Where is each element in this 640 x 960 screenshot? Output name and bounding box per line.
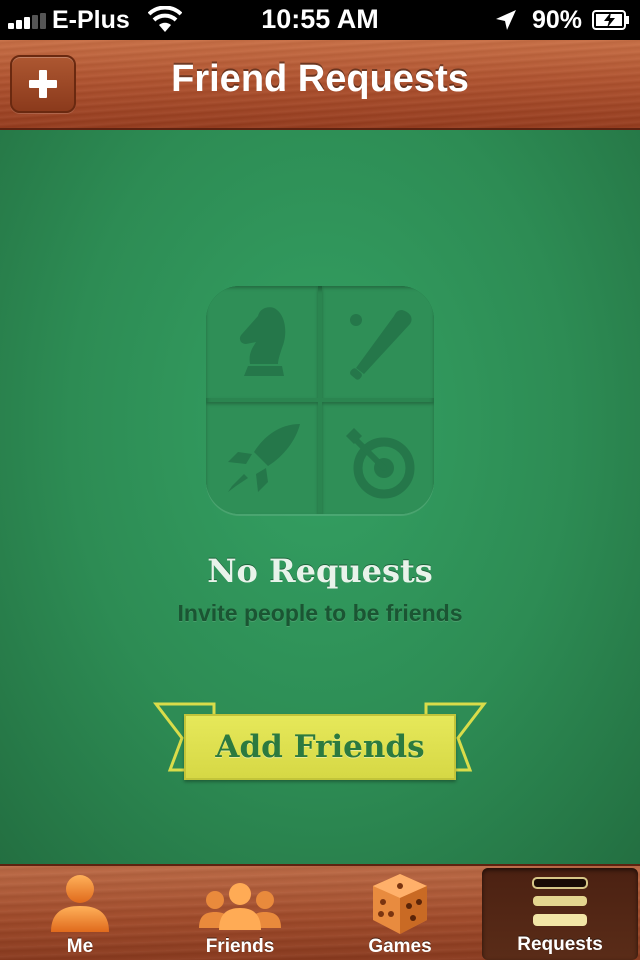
tab-requests[interactable]: Requests: [482, 868, 638, 960]
game-center-emblem: [206, 286, 434, 514]
tab-bar: Me Friends Games Requests: [0, 864, 640, 960]
battery-percent: 90%: [532, 6, 583, 34]
chess-knight-icon: [239, 307, 286, 376]
battery-charging-icon: [592, 10, 629, 30]
empty-state-subtitle: Invite people to be friends: [177, 600, 463, 626]
tab-label: Games: [368, 936, 432, 957]
tab-label: Friends: [205, 936, 275, 957]
rocket-icon: [228, 424, 300, 492]
tab-games[interactable]: Games: [320, 866, 480, 960]
add-friends-ribbon: Add Friends: [152, 698, 488, 794]
dart-target-icon: [346, 428, 415, 499]
status-bar: E-Plus 10:55 AM 90%: [0, 0, 640, 40]
people-icon: [199, 883, 281, 930]
tab-friends[interactable]: Friends: [160, 866, 320, 960]
navigation-bar: Friend Requests: [0, 40, 640, 130]
requests-icon: [532, 877, 588, 926]
person-icon: [51, 875, 109, 932]
baseball-bat-icon: [350, 310, 412, 380]
tab-me[interactable]: Me: [0, 866, 160, 960]
dice-icon: [373, 874, 427, 934]
empty-state-title: No Requests: [207, 552, 433, 590]
add-friends-button[interactable]: Add Friends: [184, 714, 456, 780]
tab-label: Me: [66, 936, 94, 957]
page-title: Friend Requests: [171, 58, 469, 100]
tab-label: Requests: [517, 934, 603, 955]
location-icon: [496, 10, 516, 30]
main-content: No Requests Invite people to be friends …: [0, 130, 640, 864]
